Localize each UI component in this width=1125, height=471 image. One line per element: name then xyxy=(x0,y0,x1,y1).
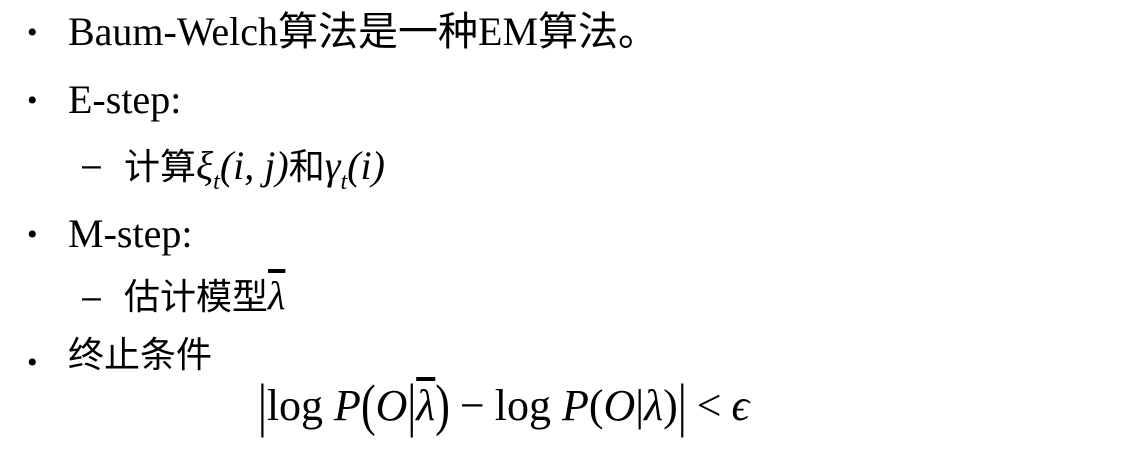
lambda-symbol: λ xyxy=(644,381,664,430)
less-than-operator: < xyxy=(696,381,722,430)
paren-open: ( xyxy=(588,381,604,430)
termination-formula: |log P(O|λ) − log P(O|λ)| < ϵ xyxy=(258,376,750,435)
abs-open: | xyxy=(258,372,267,439)
log-function: log xyxy=(494,381,551,430)
paren-close: ) xyxy=(435,373,450,438)
bullet-text: E-step: xyxy=(68,77,182,122)
bullet-marker: • xyxy=(27,218,38,251)
bullet-text: Baum-Welch算法是一种EM算法。 xyxy=(68,9,659,54)
paren-open: ( xyxy=(360,373,376,438)
log-function: log xyxy=(266,381,324,430)
bullet-text: 终止条件 xyxy=(68,335,213,376)
xi-symbol: ξt(i, j) xyxy=(196,143,289,195)
sub-item-prefix: 估计模型 xyxy=(124,277,269,318)
lambda-bar-symbol: λ xyxy=(416,381,436,430)
sub-item-text: 计算ξt(i, j)和γt(i) xyxy=(124,143,385,195)
sub-item-prefix: 计算 xyxy=(124,147,197,188)
obs-symbol: O xyxy=(375,381,408,430)
dash-marker: – xyxy=(82,278,101,316)
paren-close: ) xyxy=(663,381,678,430)
minus-operator: − xyxy=(459,381,485,430)
abs-close: | xyxy=(677,372,687,439)
obs-symbol: O xyxy=(603,381,636,430)
dash-marker: – xyxy=(82,146,101,184)
prob-symbol: P xyxy=(561,381,589,430)
gamma-symbol: γt(i) xyxy=(324,143,385,195)
sub-item-conjunction: 和 xyxy=(288,147,325,188)
bullet-marker: • xyxy=(27,346,38,379)
bullet-marker: • xyxy=(27,16,38,49)
sub-item-text: 估计模型λ xyxy=(124,276,285,316)
given-bar: | xyxy=(635,381,645,430)
slide: • Baum-Welch算法是一种EM算法。 • E-step: – 计算ξt(… xyxy=(0,0,1125,471)
bullet-marker: • xyxy=(27,84,38,117)
lambda-bar-symbol: λ xyxy=(268,273,286,318)
given-bar: | xyxy=(407,372,417,439)
bullet-text: M-step: xyxy=(68,211,193,256)
epsilon-symbol: ϵ xyxy=(731,381,750,430)
prob-symbol: P xyxy=(334,381,361,430)
